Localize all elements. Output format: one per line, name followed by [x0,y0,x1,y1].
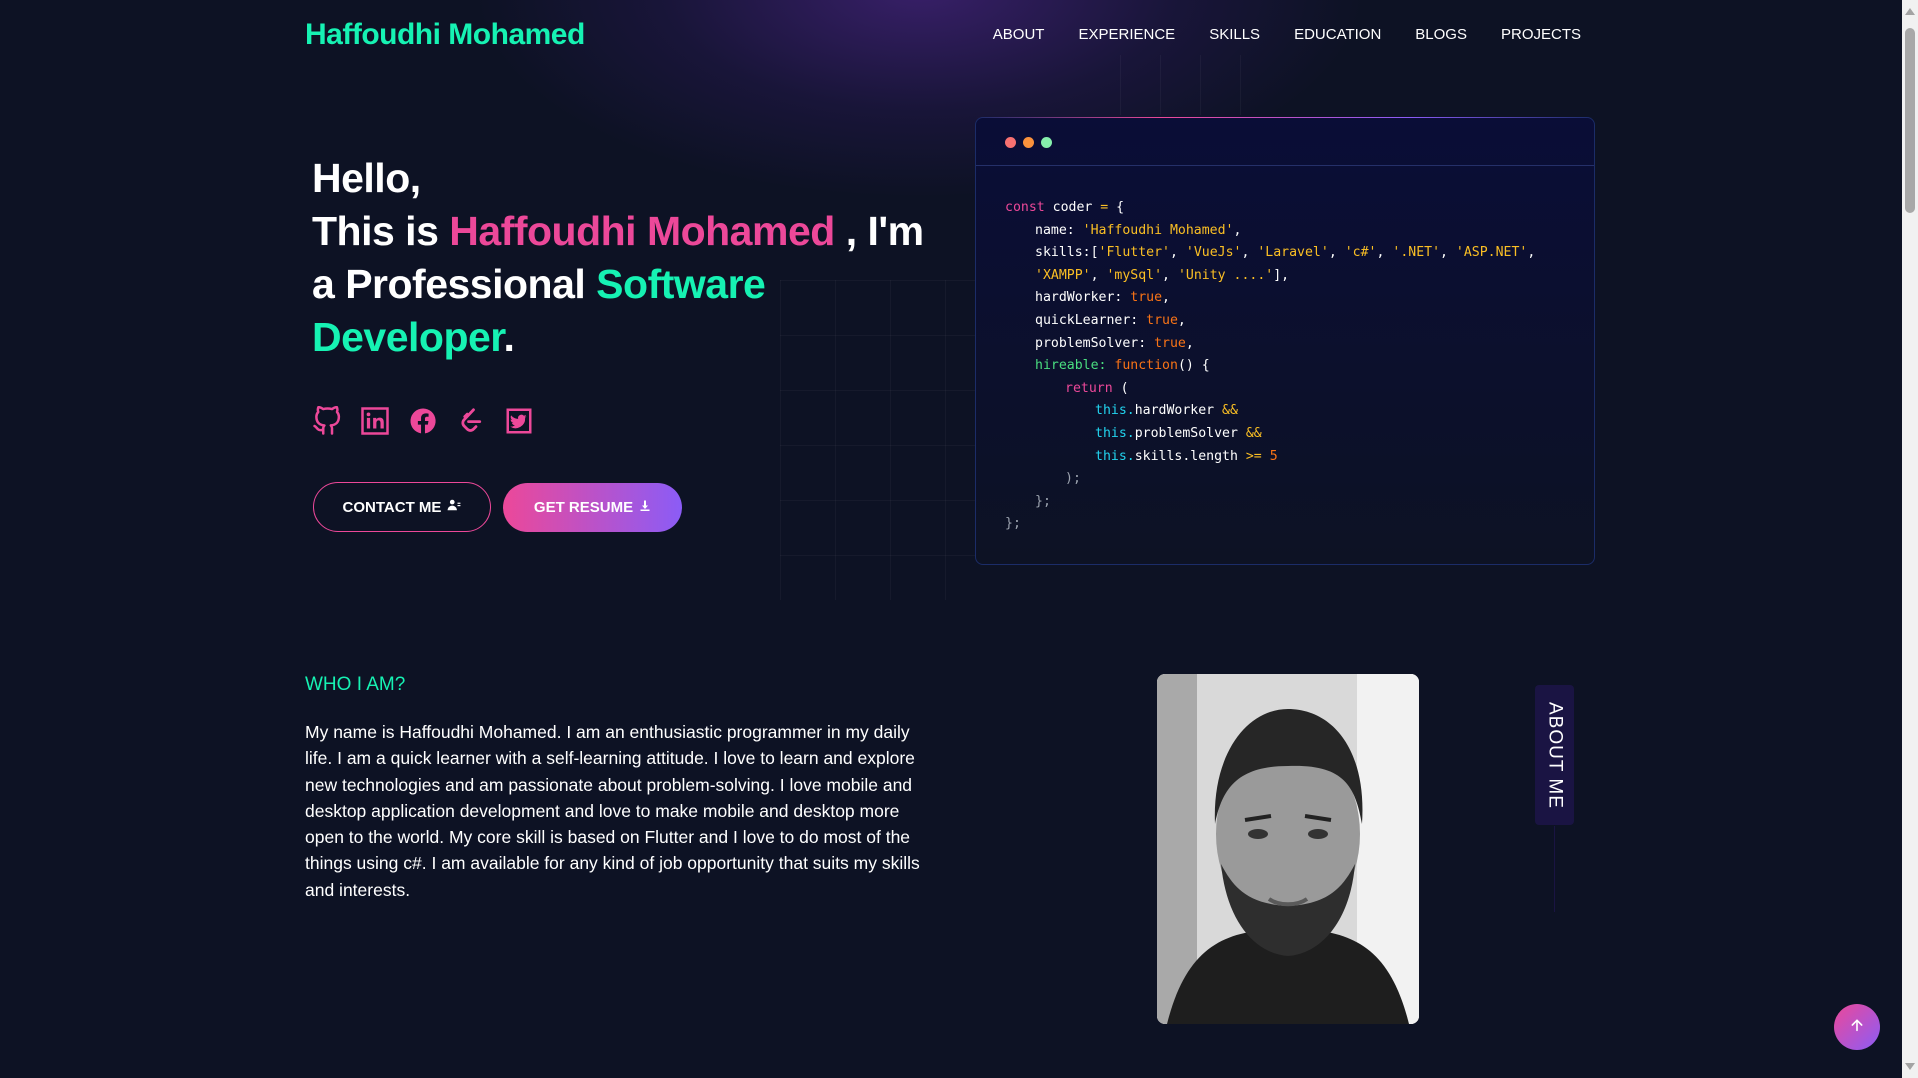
get-resume-button[interactable]: GET RESUME [503,483,682,532]
side-tab-line [1554,826,1555,912]
dot-red [1005,137,1016,148]
about-heading: WHO I AM? [305,674,406,695]
code-line: hardWorker: true, [1035,290,1170,306]
code-block: const coder = { name: 'Haffoudhi Mohamed'… [1005,197,1535,536]
code-line: quickLearner: true, [1035,312,1186,328]
scroll-up-arrow[interactable] [1905,8,1915,15]
window-dots [1005,137,1052,148]
contact-me-label: CONTACT ME [342,498,442,516]
scroll-down-arrow[interactable] [1905,1063,1915,1070]
code-line: name: 'Haffoudhi Mohamed', [1035,222,1242,238]
hero-period: . [503,314,515,360]
nav-item-blogs[interactable]: BLOGS [1415,26,1467,43]
code-line: return ( [1065,380,1129,396]
nav-item-projects[interactable]: PROJECTS [1501,26,1581,43]
nav-item-about[interactable]: ABOUT [993,26,1045,43]
social-links [312,406,534,436]
nav-item-experience[interactable]: EXPERIENCE [1078,26,1175,43]
code-line: this.hardWorker && [1095,403,1238,419]
page-scrollbar[interactable] [1902,0,1918,1078]
hero-this-is: This is [312,208,450,254]
scroll-to-top-button[interactable] [1834,1004,1880,1050]
dot-green [1041,137,1052,148]
about-me-tab-label: ABOUT ME [1544,701,1566,809]
get-resume-label: GET RESUME [533,499,634,516]
code-line: problemSolver: true, [1035,335,1194,351]
hero-a-professional: a Professional [312,261,597,307]
code-card-top-line [976,117,1594,118]
code-card: const coder = { name: 'Haffoudhi Mohamed'… [975,117,1595,565]
profile-photo [1157,674,1419,1024]
dot-orange [1023,137,1034,148]
code-line: }; [1035,493,1051,509]
linkedin-icon[interactable] [360,406,390,436]
hero-name: Haffoudhi Mohamed [449,208,835,254]
code-line: ); [1065,471,1081,487]
brand-logo[interactable]: Haffoudhi Mohamed [305,18,585,52]
twitter-icon[interactable] [504,406,534,436]
code-line: }; [1005,516,1021,532]
leetcode-icon[interactable] [456,406,486,436]
main-nav: ABOUT EXPERIENCE SKILLS EDUCATION BLOGS … [993,26,1581,43]
scroll-thumb[interactable] [1905,28,1915,213]
code-line: skills:['Flutter', 'VueJs', 'Laravel', '… [1035,245,1536,261]
hero-im: , I'm [834,208,924,254]
code-card-header [976,117,1594,166]
contact-me-button[interactable]: CONTACT ME [313,482,491,532]
facebook-icon[interactable] [408,406,438,436]
download-icon [639,499,651,516]
nav-item-skills[interactable]: SKILLS [1209,26,1260,43]
code-line: const coder = { [1005,200,1125,215]
hero-hello: Hello, [312,155,421,201]
code-line: this.skills.length >= 5 [1095,448,1278,464]
user-icon [447,498,461,516]
nav-item-education[interactable]: EDUCATION [1294,26,1381,43]
code-line: 'XAMPP', 'mySql', 'Unity ....'], [1035,267,1290,283]
hero-heading: Hello, This is Haffoudhi Mohamed , I'm a… [312,152,932,364]
code-line: hireable: function() { [1035,358,1210,374]
code-line: this.problemSolver && [1095,425,1262,441]
about-me-side-tab: ABOUT ME [1535,685,1574,825]
arrow-up-icon [1849,1017,1865,1038]
github-icon[interactable] [312,406,342,436]
about-paragraph: My name is Haffoudhi Mohamed. I am an en… [305,722,920,900]
background-grid-top [1120,55,1280,115]
